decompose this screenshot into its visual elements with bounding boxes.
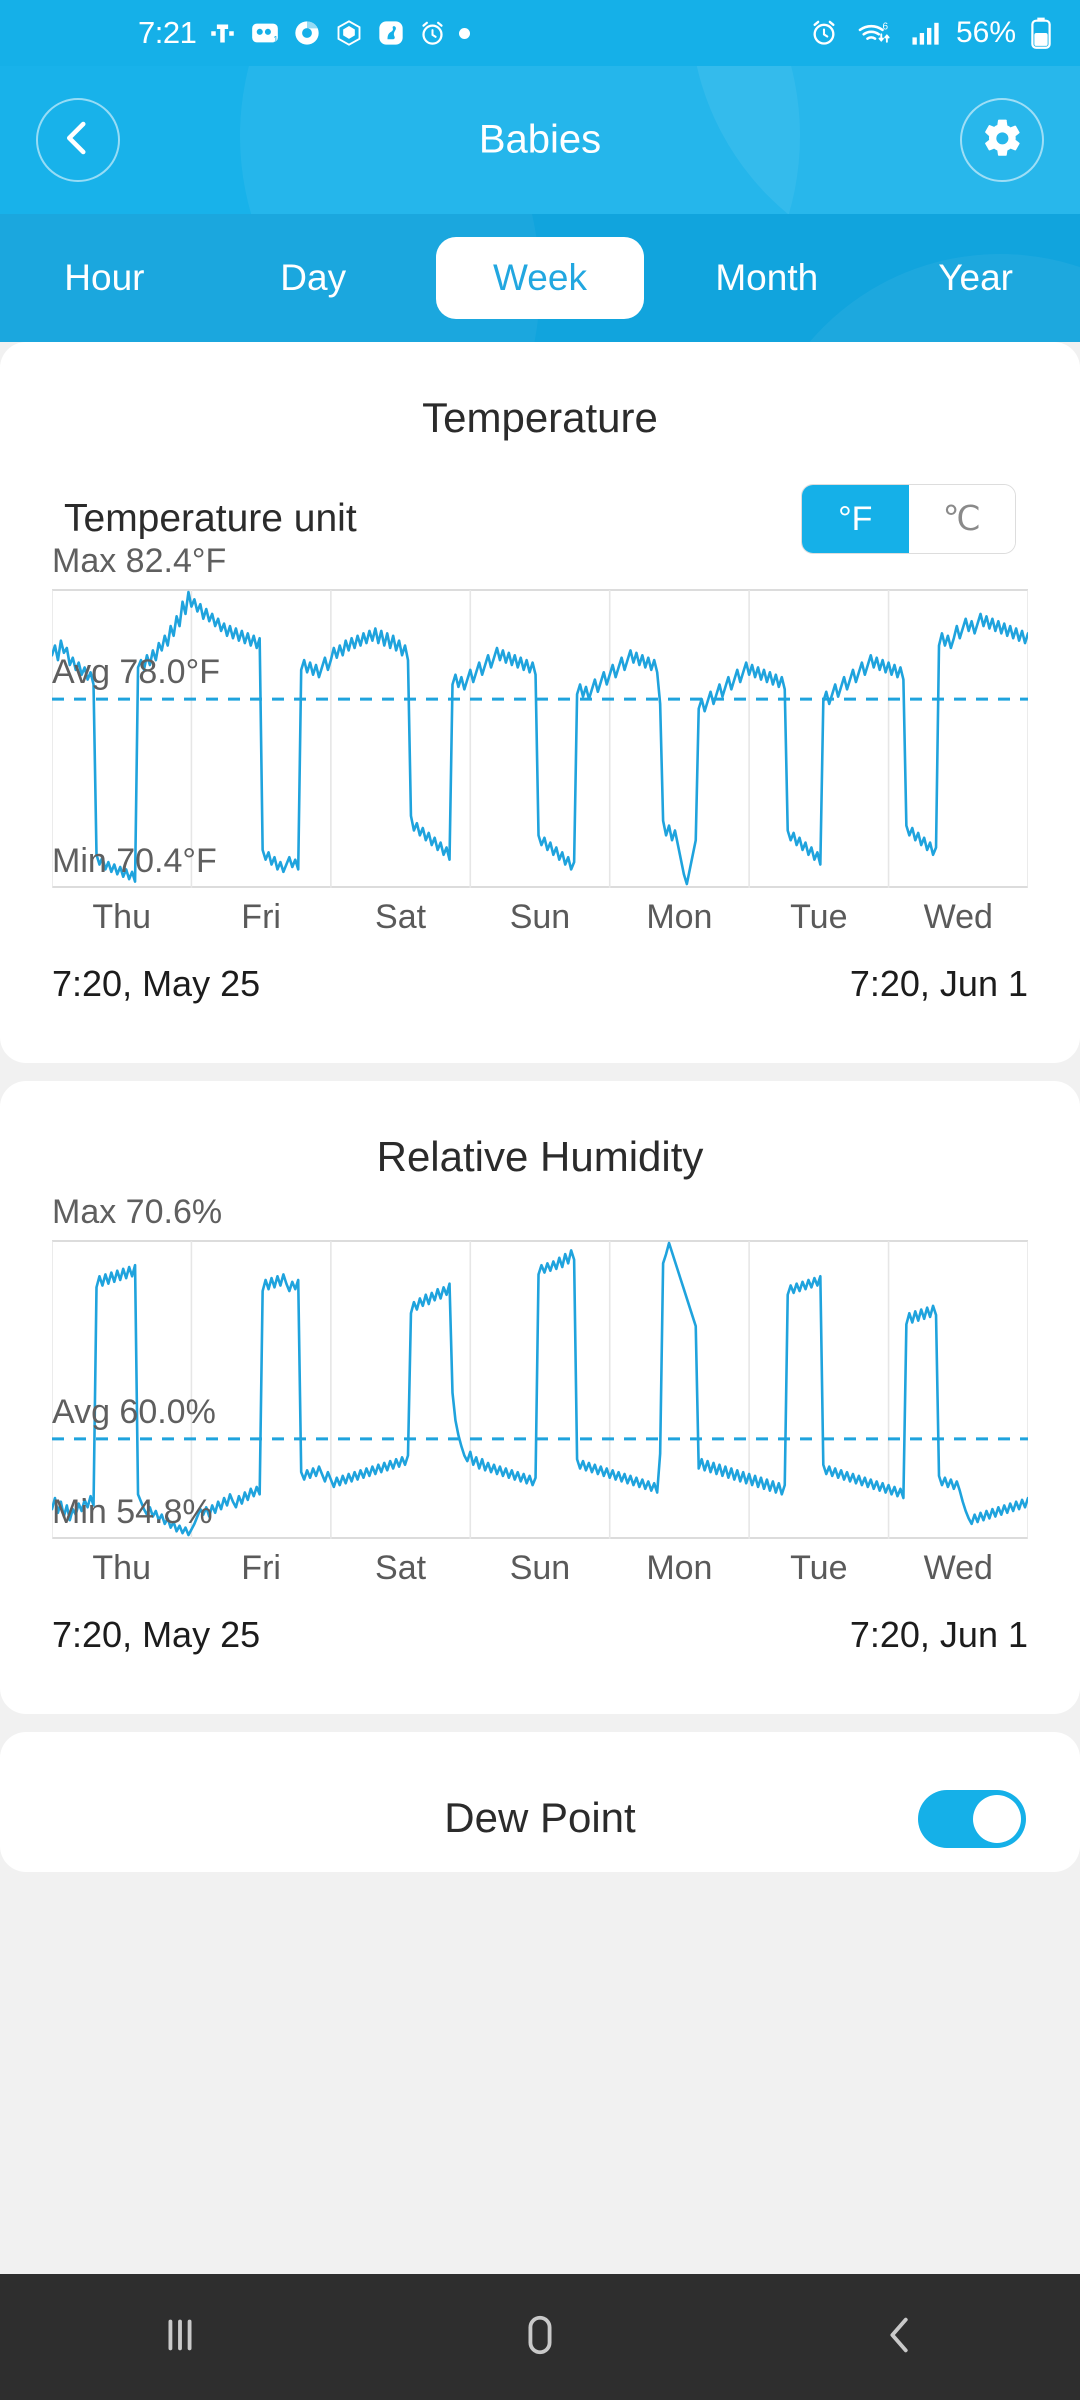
temperature-card: Temperature Temperature unit °F ℃ Max 82… bbox=[0, 342, 1080, 1063]
unit-option-celsius[interactable]: ℃ bbox=[908, 485, 1015, 553]
squirrel-app-icon bbox=[375, 18, 406, 49]
humidity-max-label: Max 70.6% bbox=[52, 1193, 223, 1231]
chevron-left-icon bbox=[57, 117, 99, 164]
back-icon bbox=[877, 2312, 923, 2363]
voicemail-icon: 1 bbox=[249, 18, 280, 49]
range-start: 7:20, May 25 bbox=[52, 963, 261, 1004]
unit-option-fahrenheit[interactable]: °F bbox=[802, 485, 909, 553]
humidity-x-axis: Thu Fri Sat Sun Mon Tue Wed bbox=[52, 1549, 1028, 1588]
status-bar-left: 7:21 1 bbox=[26, 15, 809, 51]
svg-text:6: 6 bbox=[882, 21, 888, 32]
range-end: 7:20, Jun 1 bbox=[849, 963, 1028, 1004]
dot-indicator-icon bbox=[459, 27, 471, 39]
wifi-icon: 6 bbox=[852, 18, 898, 49]
recents-icon bbox=[157, 2312, 203, 2363]
range-start: 7:20, May 25 bbox=[52, 1614, 261, 1655]
humidity-chart-wrap: Max 70.6% Avg 60.0% Min 54.8% Thu Fri Sa… bbox=[0, 1193, 1080, 1656]
app-bar: Babies bbox=[0, 66, 1080, 214]
humidity-card-title: Relative Humidity bbox=[376, 1133, 704, 1180]
axis-day-label: Fri bbox=[241, 1549, 281, 1587]
alarm-icon bbox=[809, 18, 840, 49]
tab-hour[interactable]: Hour bbox=[0, 243, 209, 313]
temperature-x-axis: Thu Fri Sat Sun Mon Tue Wed bbox=[52, 898, 1028, 937]
t-mobile-icon bbox=[207, 18, 238, 49]
temperature-chart[interactable]: Max 82.4°F Avg 78.0°F Min 70.4°F bbox=[52, 542, 1028, 888]
tab-day[interactable]: Day bbox=[209, 243, 418, 313]
range-end: 7:20, Jun 1 bbox=[849, 1614, 1028, 1655]
status-time: 7:21 bbox=[138, 15, 197, 50]
card-spacer bbox=[0, 1005, 1080, 1063]
axis-day-label: Thu bbox=[92, 1549, 151, 1587]
chrome-icon bbox=[291, 18, 322, 49]
period-tab-bar: Hour Day Week Month Year bbox=[0, 214, 1080, 342]
axis-day-label: Sat bbox=[375, 898, 427, 936]
axis-day-label: Fri bbox=[241, 898, 281, 936]
axis-day-label: Sat bbox=[375, 1549, 427, 1587]
svg-text:1: 1 bbox=[273, 34, 278, 44]
temperature-avg-label: Avg 78.0°F bbox=[52, 653, 220, 692]
axis-day-label: Thu bbox=[92, 898, 151, 936]
axis-day-label: Sun bbox=[509, 898, 571, 936]
home-button[interactable] bbox=[360, 2312, 720, 2363]
home-icon bbox=[517, 2312, 563, 2363]
temperature-unit-toggle[interactable]: °F ℃ bbox=[801, 484, 1016, 554]
temperature-unit-label: Temperature unit bbox=[64, 497, 357, 540]
android-nav-bar bbox=[0, 2274, 1080, 2400]
dew-point-toggle[interactable] bbox=[918, 1790, 1026, 1848]
card-spacer bbox=[0, 1656, 1080, 1714]
axis-day-label: Tue bbox=[790, 1549, 848, 1587]
gear-icon bbox=[980, 116, 1024, 165]
temperature-unit-row: Temperature unit °F ℃ bbox=[0, 442, 1080, 554]
temperature-max-label: Max 82.4°F bbox=[52, 542, 227, 580]
humidity-avg-label: Avg 60.0% bbox=[52, 1392, 216, 1431]
axis-day-label: Sun bbox=[509, 1549, 571, 1587]
page-title: Babies bbox=[478, 117, 602, 162]
cellular-signal-icon bbox=[910, 18, 944, 49]
humidity-min-label: Min 54.8% bbox=[52, 1493, 213, 1531]
back-button[interactable] bbox=[720, 2312, 1080, 2363]
humidity-card: Relative Humidity Max 70.6% Avg 60.0% Mi… bbox=[0, 1081, 1080, 1714]
temperature-date-range: 7:20, May 25 7:20, Jun 1 bbox=[52, 963, 1028, 1005]
recents-button[interactable] bbox=[0, 2312, 360, 2363]
back-button[interactable] bbox=[36, 98, 120, 182]
axis-day-label: Tue bbox=[790, 898, 848, 936]
temperature-min-label: Min 70.4°F bbox=[52, 842, 217, 880]
status-bar-right: 6 56% bbox=[809, 16, 1054, 50]
temperature-chart-wrap: Max 82.4°F Avg 78.0°F Min 70.4°F Thu Fri… bbox=[0, 542, 1080, 1005]
dew-point-card[interactable]: Dew Point bbox=[0, 1732, 1080, 1872]
crypto-icon bbox=[333, 18, 364, 49]
humidity-date-range: 7:20, May 25 7:20, Jun 1 bbox=[52, 1614, 1028, 1656]
tab-year[interactable]: Year bbox=[871, 243, 1080, 313]
alarm-icon bbox=[417, 18, 448, 49]
scroll-content[interactable]: Temperature Temperature unit °F ℃ Max 82… bbox=[0, 342, 1080, 2274]
humidity-chart[interactable]: Max 70.6% Avg 60.0% Min 54.8% bbox=[52, 1193, 1028, 1539]
status-bar: 7:21 1 6 56% bbox=[0, 0, 1080, 66]
settings-button[interactable] bbox=[960, 98, 1044, 182]
battery-icon bbox=[1028, 17, 1054, 49]
axis-day-label: Mon bbox=[646, 1549, 713, 1587]
tab-month[interactable]: Month bbox=[662, 243, 871, 313]
tab-week[interactable]: Week bbox=[435, 237, 645, 319]
battery-percent: 56% bbox=[955, 16, 1016, 49]
temperature-card-title: Temperature bbox=[422, 394, 658, 441]
axis-day-label: Wed bbox=[923, 1549, 993, 1587]
axis-day-label: Mon bbox=[646, 898, 713, 936]
toggle-knob bbox=[973, 1795, 1021, 1843]
axis-day-label: Wed bbox=[923, 898, 993, 936]
